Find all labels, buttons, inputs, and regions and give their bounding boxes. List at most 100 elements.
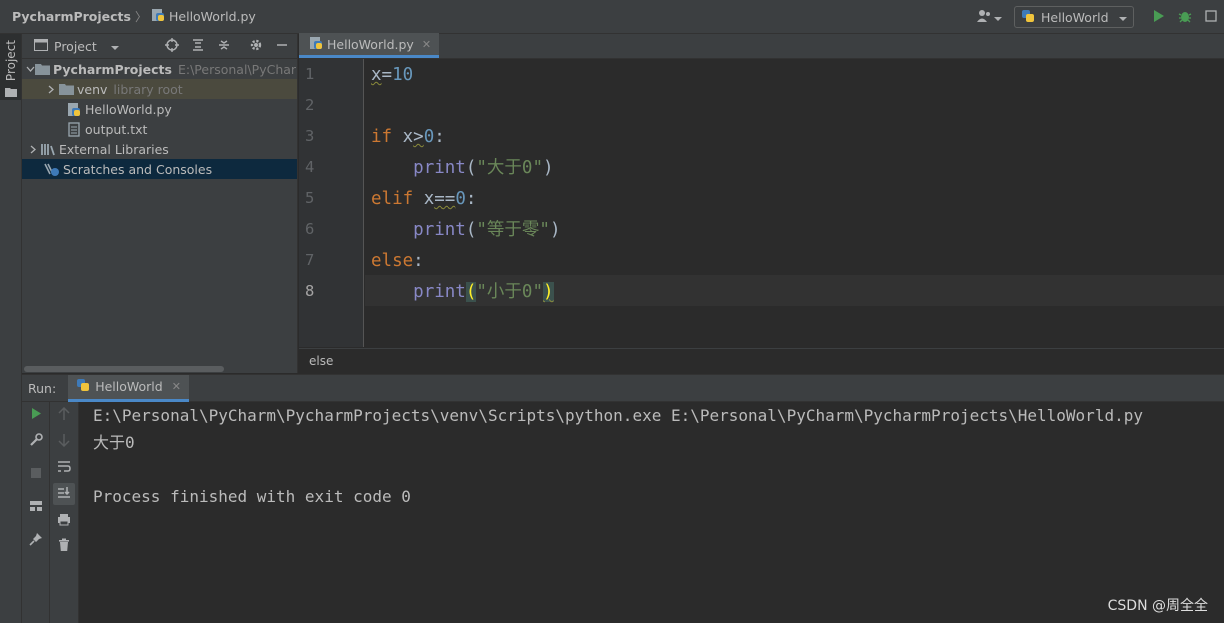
expand-all-button[interactable] [187, 36, 209, 58]
stop-icon [30, 467, 42, 482]
code-token-keyword: if [371, 127, 393, 147]
code-line-1: x=10 [371, 60, 413, 91]
tree-item-external-libraries[interactable]: External Libraries [22, 139, 297, 159]
locate-file-button[interactable] [161, 36, 183, 58]
line-number-gutter: 1 2 3 4 5 6 7 8 [299, 59, 364, 347]
watermark: CSDN @周全全 [1107, 598, 1208, 614]
tree-item-scratches[interactable]: Scratches and Consoles [22, 159, 297, 179]
run-configuration-select[interactable]: HelloWorld [1014, 6, 1134, 28]
tree-item-helloworld[interactable]: HelloWorld.py [22, 99, 297, 119]
layout-icon [29, 500, 43, 515]
scrollbar-thumb[interactable] [24, 366, 224, 372]
code-line-6: print("等于零") [371, 215, 561, 246]
restore-layout-button[interactable] [25, 496, 47, 518]
crosshair-icon [165, 38, 179, 55]
line-number: 4 [305, 158, 315, 176]
more-actions-button[interactable] [1198, 4, 1224, 30]
trash-icon [58, 538, 70, 555]
line-number: 5 [305, 189, 315, 207]
chevron-down-icon [1119, 10, 1127, 25]
more-icon [1205, 9, 1217, 26]
folder-icon [58, 81, 74, 97]
stop-button[interactable] [25, 463, 47, 485]
play-icon [1153, 9, 1165, 26]
project-view-select[interactable]: Project [34, 38, 119, 54]
close-icon[interactable]: ✕ [172, 380, 181, 393]
code-token-string: "小于0" [476, 282, 543, 302]
code-token-builtin: print [413, 158, 466, 178]
project-tool-tab[interactable]: Project [0, 34, 21, 100]
tree-item-venv[interactable]: venv library root [22, 79, 297, 99]
tree-item-path: E:\Personal\PyCharm\ [177, 61, 297, 77]
console-output[interactable]: E:\Personal\PyCharm\PycharmProjects\venv… [93, 402, 1224, 623]
code-token-number: 10 [392, 65, 414, 85]
print-button[interactable] [53, 510, 75, 532]
collapse-all-icon [217, 38, 231, 55]
breadcrumb-file[interactable]: HelloWorld.py [151, 8, 256, 25]
horizontal-scrollbar[interactable] [22, 363, 298, 373]
python-icon [76, 378, 90, 395]
tree-item-output[interactable]: output.txt [22, 119, 297, 139]
editor: HelloWorld.py ✕ 1 2 3 4 5 6 7 8 x=10 if … [299, 33, 1224, 373]
code-token-colon: : [465, 189, 477, 209]
code-line-8: print("小于0") [371, 277, 554, 308]
code-line-4: print("大于0") [371, 153, 553, 184]
gear-icon [249, 38, 263, 55]
clear-all-button[interactable] [53, 535, 75, 557]
run-panel: Run: HelloWorld ✕ E:\Personal\PyCharm\Py… [22, 374, 1224, 623]
folder-icon [4, 85, 17, 100]
run-toolbar-secondary [50, 402, 79, 623]
collapse-all-button[interactable] [213, 36, 235, 58]
bug-icon [1178, 9, 1192, 26]
minimize-icon [276, 39, 288, 54]
editor-breadcrumb-item[interactable]: else [309, 354, 333, 368]
scroll-to-end-button[interactable] [53, 483, 75, 505]
edit-configuration-button[interactable] [25, 430, 47, 452]
code-token-paren: ( [465, 282, 477, 302]
line-number: 1 [305, 65, 315, 83]
tree-item-label: External Libraries [59, 141, 169, 157]
project-tool-tab-label: Project [3, 40, 18, 82]
code-token-paren: ) [549, 220, 561, 240]
debug-button[interactable] [1172, 4, 1198, 30]
pin-tab-button[interactable] [25, 529, 47, 551]
libraries-icon [40, 141, 56, 157]
tree-item-project-root[interactable]: PycharmProjects E:\Personal\PyCharm\ [22, 59, 297, 79]
printer-icon [57, 513, 71, 529]
run-button[interactable] [1146, 4, 1172, 30]
close-icon[interactable]: ✕ [422, 38, 431, 51]
run-tab-label: HelloWorld [95, 379, 163, 394]
line-number: 3 [305, 127, 315, 145]
tree-item-note: library root [113, 81, 183, 97]
code-line-7: else: [371, 246, 424, 277]
settings-button[interactable] [245, 36, 267, 58]
code-token-builtin: print [413, 220, 466, 240]
editor-tab-helloworld[interactable]: HelloWorld.py ✕ [299, 33, 440, 58]
pin-icon [29, 532, 43, 549]
left-tool-strip: Project [0, 34, 22, 623]
arrow-down-icon [58, 433, 70, 450]
run-toolbar-primary [22, 402, 50, 623]
code-area[interactable]: 1 2 3 4 5 6 7 8 x=10 if x>0: print("大于0"… [299, 59, 1224, 347]
chevron-right-icon[interactable] [26, 145, 40, 154]
soft-wrap-button[interactable] [53, 457, 75, 479]
tree-item-label: output.txt [85, 121, 148, 137]
console-line-command: E:\Personal\PyCharm\PycharmProjects\venv… [93, 406, 1143, 425]
line-number: 6 [305, 220, 315, 238]
line-number: 8 [305, 282, 315, 300]
chevron-right-icon[interactable] [44, 85, 58, 94]
code-token-paren: ( [465, 220, 477, 240]
hide-panel-button[interactable] [271, 36, 293, 58]
scroll-up-button[interactable] [53, 404, 75, 426]
user-account-button[interactable] [976, 9, 1002, 26]
breadcrumb-separator: 〉 [134, 10, 147, 24]
scroll-down-button[interactable] [53, 430, 75, 452]
run-panel-header: Run: HelloWorld ✕ [22, 374, 1224, 402]
python-file-icon [66, 101, 82, 117]
rerun-button[interactable] [25, 404, 47, 426]
chevron-down-icon[interactable] [26, 65, 35, 74]
code-token-operator: = [381, 65, 393, 85]
breadcrumb-project[interactable]: PycharmProjects [12, 9, 131, 24]
run-tab-helloworld[interactable]: HelloWorld ✕ [68, 374, 189, 402]
